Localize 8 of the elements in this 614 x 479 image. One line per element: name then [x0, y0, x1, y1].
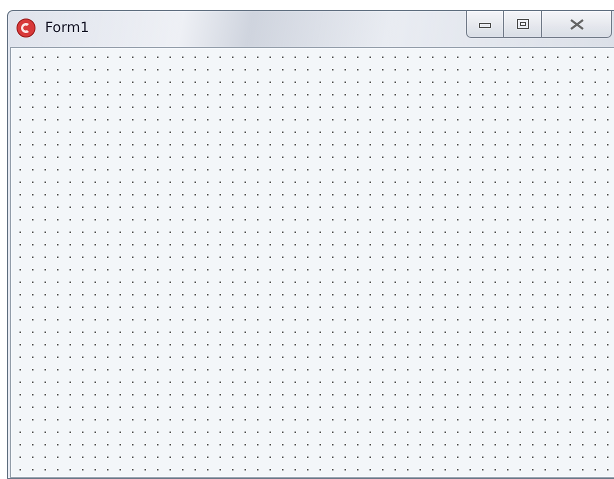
maximize-icon	[516, 19, 528, 29]
minimize-icon	[479, 20, 491, 28]
close-icon	[570, 18, 584, 30]
close-button[interactable]	[542, 11, 612, 38]
app-icon	[16, 18, 36, 38]
minimize-button[interactable]	[466, 11, 504, 38]
maximize-button[interactable]	[504, 11, 542, 38]
window-title: Form1	[45, 20, 90, 36]
